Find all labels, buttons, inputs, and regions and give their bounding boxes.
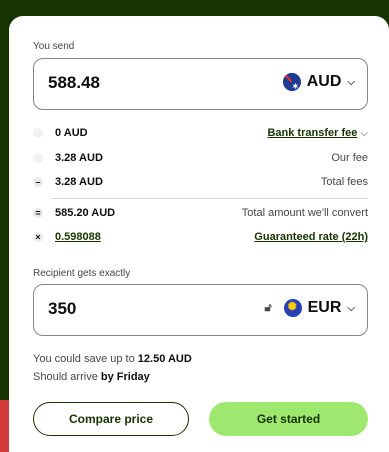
savings-text: You could save up to 12.50 AUD: [33, 353, 192, 365]
transfer-calculator-card: You send 588.48 AUD ⌵ 0 AUD Bank transfe…: [9, 16, 389, 452]
compare-price-button[interactable]: Compare price: [33, 402, 189, 436]
receive-currency-selector[interactable]: 🔓︎ EUR ⌵: [264, 299, 355, 317]
fee-label: Total amount we'll convert: [241, 207, 368, 219]
eu-flag-icon: [283, 299, 302, 317]
fee-marker-icon: [33, 153, 43, 163]
send-currency-code: AUD: [306, 73, 342, 90]
divider: [51, 198, 368, 199]
multiply-icon: ×: [33, 232, 43, 242]
you-send-label: You send: [33, 41, 75, 52]
bank-transfer-fee-link[interactable]: Bank transfer fee: [267, 127, 357, 139]
chevron-down-icon: ⌵: [347, 302, 355, 314]
arrival-prefix: Should arrive: [33, 371, 101, 383]
convert-amount: 585.20 AUD: [55, 207, 116, 219]
send-currency-selector[interactable]: AUD ⌵: [282, 73, 355, 91]
bank-transfer-fee-dropdown[interactable]: Bank transfer fee ⌵: [267, 127, 368, 139]
fee-amount: 3.28 AUD: [55, 152, 103, 164]
fee-amount: 0 AUD: [55, 127, 88, 139]
receive-amount-value[interactable]: 350: [48, 299, 76, 319]
equals-icon: =: [33, 208, 43, 218]
receive-currency-code: EUR: [307, 299, 342, 316]
guaranteed-rate-link[interactable]: Guaranteed rate (22h): [254, 231, 368, 243]
fee-row-convert-amount: = 585.20 AUD Total amount we'll convert: [33, 207, 368, 223]
arrival-day: by Friday: [100, 371, 150, 383]
fee-amount: 3.28 AUD: [55, 176, 103, 188]
fee-row-total-fees: – 3.28 AUD Total fees: [33, 176, 368, 192]
australia-flag-icon: [282, 73, 301, 91]
fee-marker-icon: [33, 128, 43, 138]
fee-row-our-fee: 3.28 AUD Our fee: [33, 152, 368, 168]
fee-row-bank-transfer: 0 AUD Bank transfer fee ⌵: [33, 127, 368, 143]
lock-icon[interactable]: 🔓︎: [264, 302, 271, 315]
chevron-down-icon: ⌵: [360, 128, 368, 139]
send-amount-value[interactable]: 588.48: [48, 73, 100, 93]
fee-row-rate: × 0.598088 Guaranteed rate (22h): [33, 231, 368, 247]
arrival-text: Should arrive by Friday: [33, 371, 150, 383]
exchange-rate-link[interactable]: 0.598088: [55, 231, 101, 243]
receive-amount-field[interactable]: 350 🔓︎ EUR ⌵: [33, 284, 368, 336]
fee-label: Total fees: [320, 176, 368, 188]
recipient-gets-label: Recipient gets exactly: [33, 268, 131, 279]
send-amount-field[interactable]: 588.48 AUD ⌵: [33, 58, 368, 110]
chevron-down-icon: ⌵: [347, 76, 355, 88]
savings-prefix: You could save up to: [33, 353, 138, 365]
get-started-button[interactable]: Get started: [209, 402, 368, 436]
savings-amount: 12.50 AUD: [137, 353, 192, 365]
fee-label: Our fee: [331, 152, 368, 164]
minus-icon: –: [33, 177, 43, 187]
